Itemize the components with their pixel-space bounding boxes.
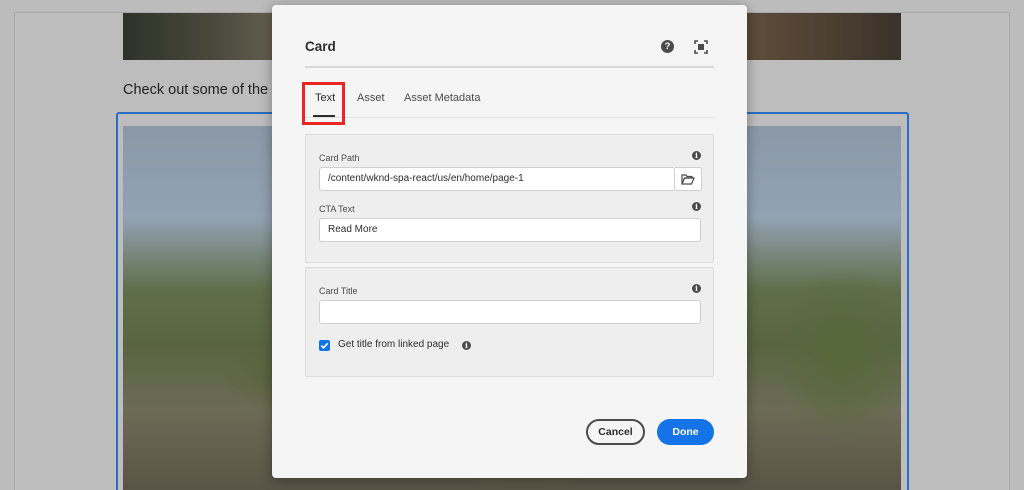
title-panel: Card Title i Get title from linked page … xyxy=(305,267,714,377)
cancel-button[interactable]: Cancel xyxy=(586,419,645,445)
cta-text-input[interactable]: Read More xyxy=(319,218,701,242)
help-icon[interactable]: ? xyxy=(661,40,674,53)
tab-asset-metadata[interactable]: Asset Metadata xyxy=(404,92,480,104)
tab-highlight-annotation xyxy=(302,82,345,125)
done-button[interactable]: Done xyxy=(657,419,714,445)
link-panel: Card Path i /content/wknd-spa-react/us/e… xyxy=(305,134,714,263)
cta-text-label: CTA Text xyxy=(319,204,355,214)
card-path-label: Card Path xyxy=(319,153,360,163)
card-path-info-icon[interactable]: i xyxy=(692,151,701,160)
title-from-page-label: Get title from linked page xyxy=(338,339,450,350)
card-title-info-icon[interactable]: i xyxy=(692,284,701,293)
intro-text: Check out some of the gr xyxy=(123,82,285,98)
card-title-label: Card Title xyxy=(319,286,358,296)
dialog-title: Card xyxy=(305,39,336,54)
cta-text-info-icon[interactable]: i xyxy=(692,202,701,211)
tab-list: Text Asset Asset Metadata xyxy=(305,91,714,118)
fullscreen-icon[interactable] xyxy=(694,40,708,54)
card-path-input[interactable]: /content/wknd-spa-react/us/en/home/page-… xyxy=(319,167,675,191)
folder-open-icon xyxy=(681,174,695,185)
card-dialog: Card ? Text Asset Asset Metadata Card Pa… xyxy=(272,5,747,478)
tabs-divider xyxy=(305,117,714,118)
checkmark-icon xyxy=(320,342,329,349)
title-from-page-info-icon[interactable]: i xyxy=(462,341,471,350)
title-divider xyxy=(305,66,714,68)
tab-asset[interactable]: Asset xyxy=(357,92,385,104)
browse-path-button[interactable] xyxy=(675,167,702,191)
card-title-input[interactable] xyxy=(319,300,701,324)
title-from-page-checkbox[interactable] xyxy=(319,340,330,351)
